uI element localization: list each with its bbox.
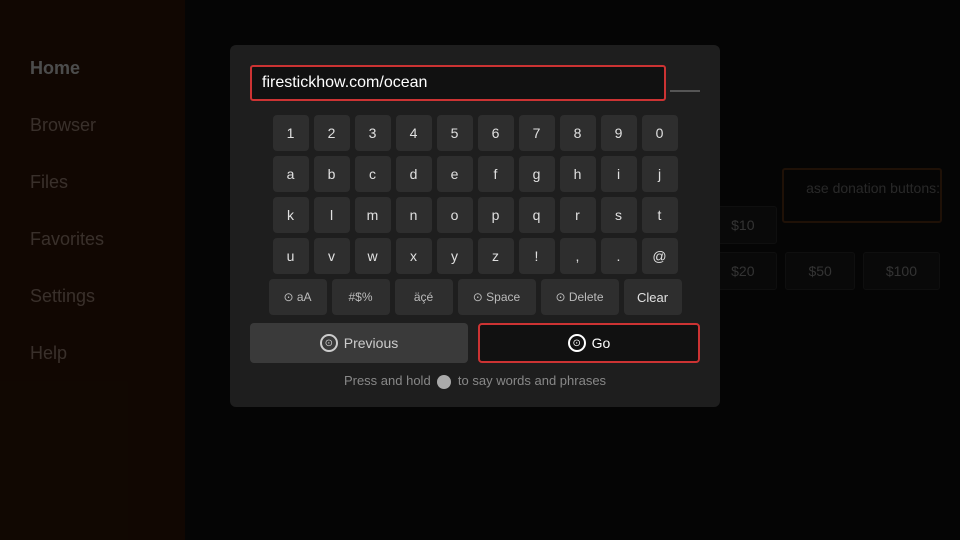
key-y[interactable]: y (437, 238, 473, 274)
key-0[interactable]: 0 (642, 115, 678, 151)
previous-button[interactable]: ⊙ Previous (250, 323, 468, 363)
key-b[interactable]: b (314, 156, 350, 192)
key-t[interactable]: t (642, 197, 678, 233)
url-input[interactable] (250, 65, 666, 101)
keyboard-row-special: ⊙ aA #$% äçé ⊙ Space ⊙ Delete Clear (250, 279, 700, 315)
previous-label: Previous (344, 335, 398, 351)
key-exclaim[interactable]: ! (519, 238, 555, 274)
key-q[interactable]: q (519, 197, 555, 233)
key-r[interactable]: r (560, 197, 596, 233)
keyboard-row-kt: k l m n o p q r s t (250, 197, 700, 233)
key-m[interactable]: m (355, 197, 391, 233)
url-bar (250, 65, 700, 101)
key-c[interactable]: c (355, 156, 391, 192)
go-icon: ⊙ (568, 334, 586, 352)
key-u[interactable]: u (273, 238, 309, 274)
key-space[interactable]: ⊙ Space (458, 279, 536, 315)
keyboard-row-u-at: u v w x y z ! , . @ (250, 238, 700, 274)
key-x[interactable]: x (396, 238, 432, 274)
key-v[interactable]: v (314, 238, 350, 274)
key-5[interactable]: 5 (437, 115, 473, 151)
key-o[interactable]: o (437, 197, 473, 233)
key-7[interactable]: 7 (519, 115, 555, 151)
voice-hint: Press and hold to say words and phrases (250, 373, 700, 389)
go-label: Go (592, 335, 611, 351)
key-period[interactable]: . (601, 238, 637, 274)
key-3[interactable]: 3 (355, 115, 391, 151)
keyboard-row-aj: a b c d e f g h i j (250, 156, 700, 192)
key-9[interactable]: 9 (601, 115, 637, 151)
key-6[interactable]: 6 (478, 115, 514, 151)
virtual-keyboard: 1 2 3 4 5 6 7 8 9 0 a b c d e f g h i j … (250, 115, 700, 315)
key-2[interactable]: 2 (314, 115, 350, 151)
key-d[interactable]: d (396, 156, 432, 192)
key-l[interactable]: l (314, 197, 350, 233)
voice-hint-text: Press and hold to say words and phrases (344, 373, 606, 388)
key-a[interactable]: a (273, 156, 309, 192)
key-case[interactable]: ⊙ aA (269, 279, 327, 315)
key-g[interactable]: g (519, 156, 555, 192)
key-accents[interactable]: äçé (395, 279, 453, 315)
key-n[interactable]: n (396, 197, 432, 233)
key-h[interactable]: h (560, 156, 596, 192)
key-e[interactable]: e (437, 156, 473, 192)
key-s[interactable]: s (601, 197, 637, 233)
previous-icon: ⊙ (320, 334, 338, 352)
key-delete[interactable]: ⊙ Delete (541, 279, 619, 315)
key-p[interactable]: p (478, 197, 514, 233)
key-at[interactable]: @ (642, 238, 678, 274)
key-clear[interactable]: Clear (624, 279, 682, 315)
keyboard-row-numbers: 1 2 3 4 5 6 7 8 9 0 (250, 115, 700, 151)
key-1[interactable]: 1 (273, 115, 309, 151)
go-button[interactable]: ⊙ Go (478, 323, 700, 363)
url-underline (670, 90, 700, 92)
key-w[interactable]: w (355, 238, 391, 274)
key-symbols[interactable]: #$% (332, 279, 390, 315)
keyboard-dialog: 1 2 3 4 5 6 7 8 9 0 a b c d e f g h i j … (230, 45, 720, 407)
key-8[interactable]: 8 (560, 115, 596, 151)
key-z[interactable]: z (478, 238, 514, 274)
key-4[interactable]: 4 (396, 115, 432, 151)
key-k[interactable]: k (273, 197, 309, 233)
bottom-nav-row: ⊙ Previous ⊙ Go (250, 323, 700, 363)
key-i[interactable]: i (601, 156, 637, 192)
key-j[interactable]: j (642, 156, 678, 192)
key-comma[interactable]: , (560, 238, 596, 274)
key-f[interactable]: f (478, 156, 514, 192)
